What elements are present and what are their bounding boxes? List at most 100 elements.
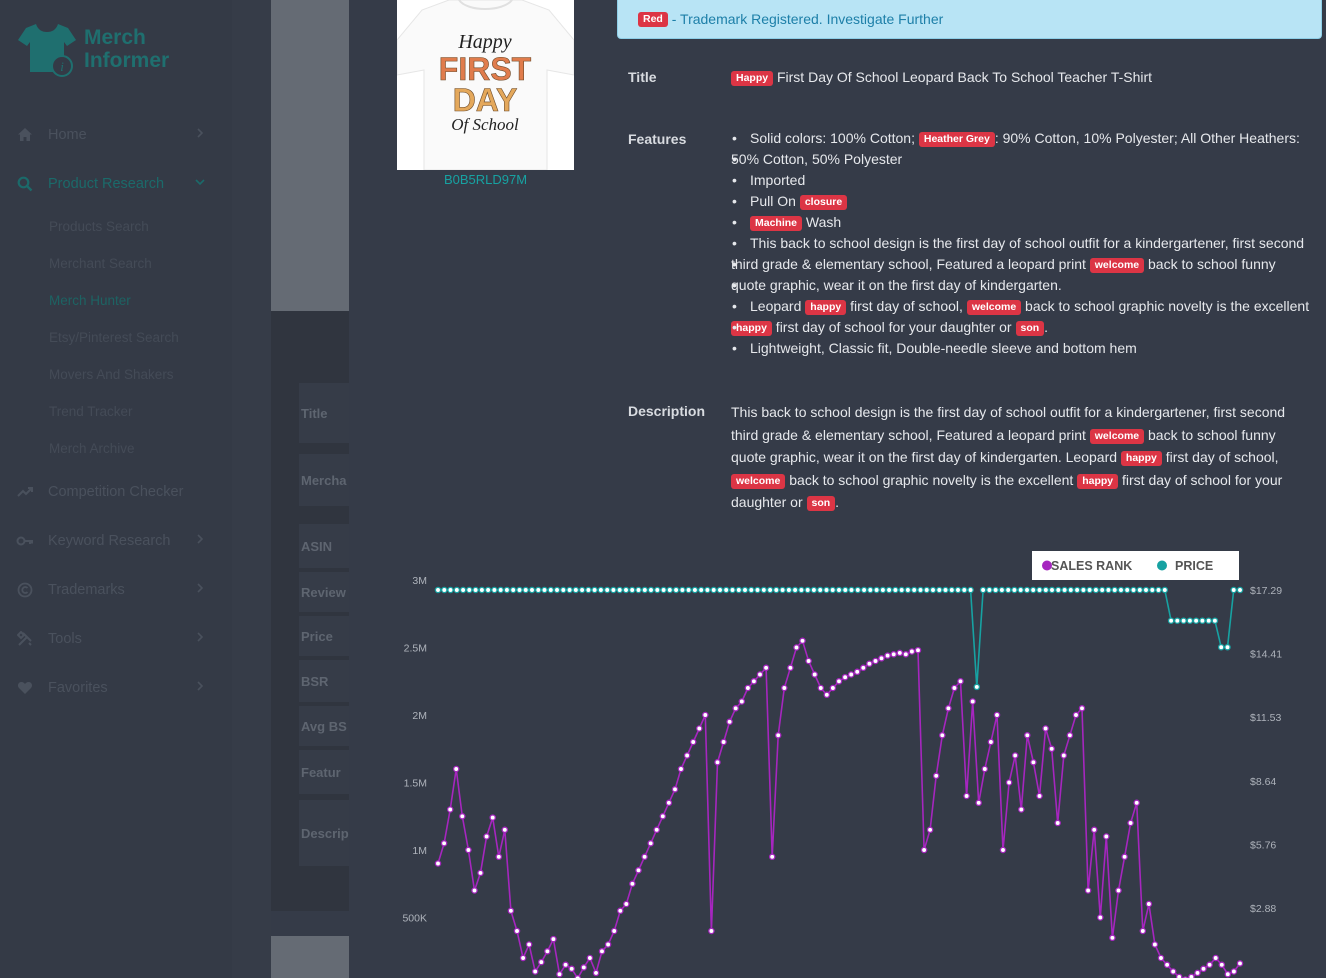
sidebar-item-trademarks[interactable]: Trademarks [0,565,232,614]
sidebar-item-product-research[interactable]: Product Research [0,159,232,208]
price-point [867,586,874,594]
product-image[interactable]: Happy FIRST DAY Of School [397,0,574,170]
price-point [578,586,586,594]
price-point [610,586,617,594]
right-axis-tick-label: $2.88 [1250,903,1276,915]
sales-rank-point [1218,961,1226,969]
sales-rank-point [957,678,964,685]
feature-text: back to school graphic novelty is the ex… [1021,298,1310,314]
price-point [1224,643,1231,651]
price-point [560,586,567,594]
sales-rank-point [513,927,521,935]
feature-text: first day of school, [846,298,967,314]
price-point [660,586,667,594]
sales-rank-point [708,927,715,935]
sales-rank-point [556,970,563,978]
price-point [1211,617,1219,624]
sidebar-subitem-merch-archive[interactable]: Merch Archive [0,430,232,467]
price-point [748,586,755,594]
sidebar: i Merch Informer Home Product Research P… [0,0,232,978]
sidebar-item-favorites[interactable]: Favorites [0,663,232,712]
feature-text: Pull On [750,193,800,209]
sales-rank-point [1175,973,1183,978]
sidebar-subitem-trend-tracker[interactable]: Trend Tracker [0,393,232,430]
logo[interactable]: i Merch Informer [18,22,218,78]
sales-rank-point [617,907,624,915]
trademark-alert-text[interactable]: - Trademark Registered. Investigate Furt… [668,11,944,27]
sidebar-subitem-products-search[interactable]: Products Search [0,208,232,245]
price-point [622,586,630,594]
price-point [835,586,843,594]
sidebar-subitem-movers-and-shakers[interactable]: Movers And Shakers [0,356,232,393]
sales-rank-point [1005,779,1013,786]
sales-rank-point [1145,900,1153,908]
sales-rank-point [847,671,855,678]
background-panel-top [271,0,349,311]
price-point [948,586,956,594]
sales-rank-point [544,948,551,955]
legend-price-label[interactable]: PRICE [1175,559,1213,573]
sales-rank-point [872,657,879,665]
sales-rank-point [866,660,873,667]
price-point [547,586,555,594]
price-point [484,586,492,594]
price-point [1048,586,1056,594]
right-axis-tick-label: $5.76 [1250,839,1276,851]
sales-rank-point [1151,941,1159,948]
sales-rank-point [945,705,952,712]
feature-item: Lightweight, Classic fit, Double-needle … [731,338,1315,359]
price-point [1180,617,1187,624]
title-label: Title [628,69,657,85]
left-axis: 3M 2.5M 2M 1.5M 1M 500K [402,575,427,925]
feature-item: This back to school design is the first … [731,233,1315,254]
sidebar-item-competition-checker[interactable]: Competition Checker [0,467,232,516]
home-icon [16,126,34,144]
sales-rank-point [1121,853,1128,861]
sales-rank-point [951,684,958,692]
sidebar-item-keyword-research[interactable]: Keyword Research [0,516,232,565]
description-text: back to school graphic novelty is the ex… [785,471,1078,488]
chart-legend: SALES RANK PRICE [1032,551,1239,580]
chevron-right-icon [197,632,204,642]
feature-item-continued: third grade & elementary school, Feature… [731,254,1315,275]
price-point [1136,586,1144,594]
price-line [438,589,1240,687]
sidebar-subitem-etsy-pinterest-search[interactable]: Etsy/Pinterest Search [0,319,232,356]
price-point [816,586,824,594]
sidebar-subitem-merch-hunter[interactable]: Merch Hunter [0,282,232,319]
price-point [860,586,868,594]
sidebar-item-label: Favorites [48,679,108,696]
price-point [892,586,899,594]
keyword-badge: son [806,496,836,512]
sales-rank-point [878,655,885,662]
sales-rank-point [787,664,794,672]
description-line: This back to school design is the first … [731,401,1311,424]
sidebar-item-tools[interactable]: Tools [0,614,232,663]
sidebar-subitem-merchant-search[interactable]: Merchant Search [0,245,232,282]
price-point [647,586,655,594]
sales-rank-point [452,765,460,773]
price-point [1017,586,1024,594]
description-text: . [835,494,840,511]
sidebar-nav: Home Product Research Products Search Me… [0,110,232,712]
sales-rank-point [623,900,630,908]
price-point [929,586,937,594]
price-point [992,586,999,594]
price-point [754,586,761,594]
feature-item: Imported [731,170,1315,191]
price-point [1155,586,1162,594]
sales-rank-point [762,664,770,672]
features-label: Features [628,131,687,147]
price-point [1098,586,1106,594]
price-point [1192,617,1200,624]
price-point [741,586,749,594]
sales-rank-point [1212,954,1219,962]
sales-rank-point [683,752,691,759]
price-point [466,586,473,594]
sidebar-item-home[interactable]: Home [0,110,232,159]
sales-rank-point [459,813,466,820]
legend-sales-rank-label[interactable]: SALES RANK [1051,559,1132,573]
price-point [535,586,542,594]
product-asin-link[interactable]: B0B5RLD97M [397,172,574,187]
sales-rank-point [987,738,995,746]
